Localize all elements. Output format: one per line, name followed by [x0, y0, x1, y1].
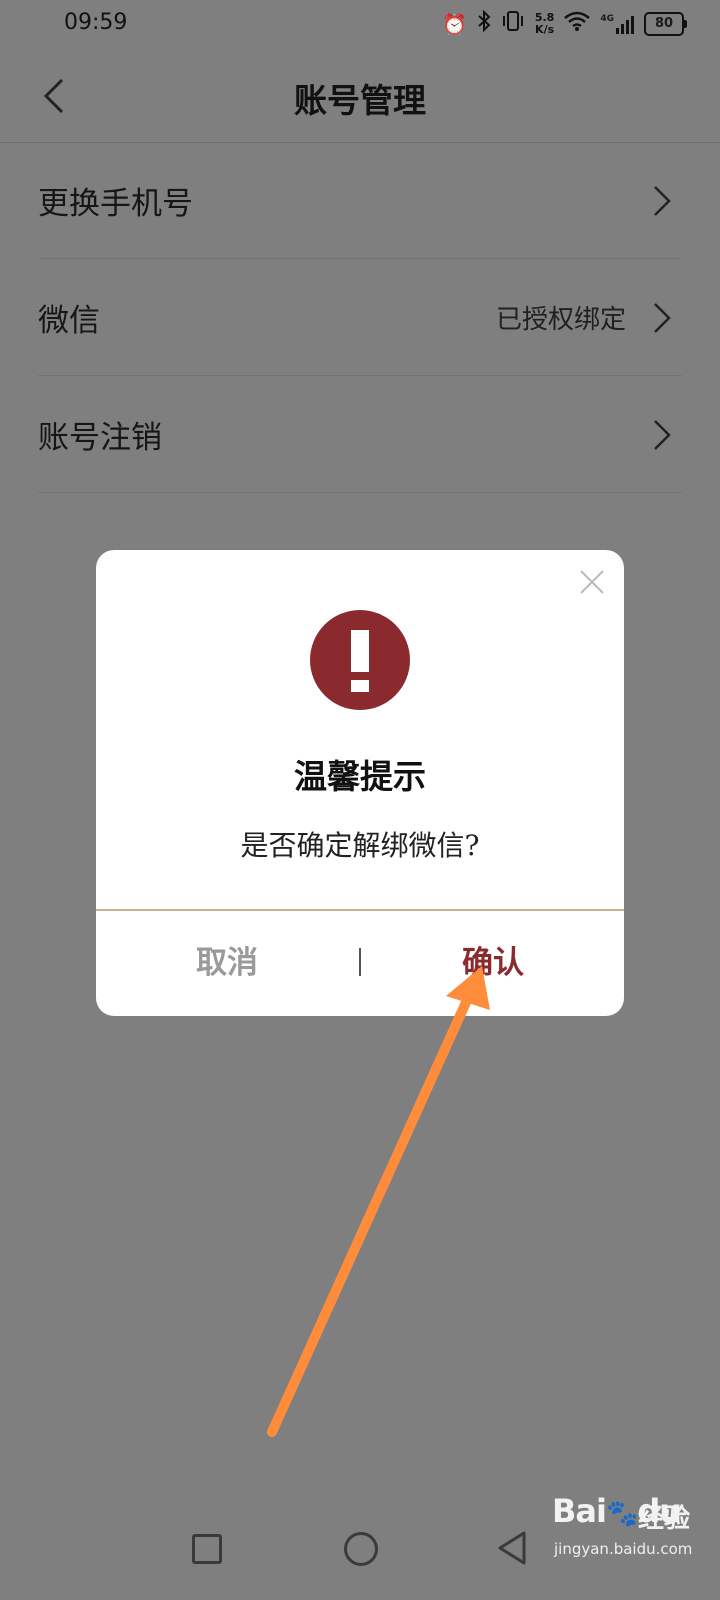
net-speed-unit: K/s [535, 22, 555, 36]
status-icons: ⏰ 5.8 K/s 4G 80 [441, 9, 687, 37]
vibrate-icon [501, 10, 525, 37]
dialog-message: 是否确定解绑微信? [240, 829, 480, 862]
home-icon[interactable] [344, 1532, 378, 1566]
chevron-right-icon [654, 420, 671, 450]
list-item-label: 账号注销 [38, 420, 162, 456]
paw-icon: 🐾 [605, 1499, 638, 1529]
back-icon[interactable] [496, 1530, 528, 1566]
list-item-label: 微信 [38, 303, 100, 339]
confirm-button[interactable]: 确认 [362, 920, 624, 1006]
baidu-watermark: Bai🐾du 经验 jingyan.baidu.com [552, 1480, 712, 1580]
list-item-label: 更换手机号 [38, 186, 193, 222]
button-separator [359, 948, 361, 976]
close-button[interactable] [578, 568, 606, 596]
exclamation-bar [351, 630, 369, 672]
chevron-right-icon [654, 186, 671, 216]
exclamation-icon [310, 610, 410, 710]
header: 账号管理 [0, 50, 720, 143]
net-speed-value: 5.8 [534, 10, 555, 24]
settings-list: 更换手机号 微信 已授权绑定 账号注销 [38, 142, 682, 493]
close-icon [580, 570, 604, 594]
watermark-product: 经验 [638, 1504, 691, 1534]
net-speed: 5.8 K/s [534, 10, 555, 36]
status-bar: 09:59 ⏰ 5.8 K/s 4G 80 [0, 0, 720, 50]
dialog-title: 温馨提示 [294, 757, 426, 796]
list-item-wechat[interactable]: 微信 已授权绑定 [38, 259, 682, 376]
battery-icon: 80 [644, 11, 687, 36]
dialog-divider [96, 909, 624, 911]
list-item-deactivate[interactable]: 账号注销 [38, 376, 682, 493]
alarm-icon: ⏰ [441, 11, 467, 36]
wifi-icon [564, 11, 591, 36]
list-item-value: 已授权绑定 [495, 305, 626, 335]
network-type: 4G [600, 13, 614, 24]
recent-apps-icon[interactable] [192, 1534, 222, 1564]
watermark-logo-text: Bai [552, 1492, 607, 1530]
arrow-shaft [267, 993, 473, 1437]
list-item-change-phone[interactable]: 更换手机号 [38, 142, 682, 259]
watermark-url: jingyan.baidu.com [554, 1540, 693, 1558]
cancel-button[interactable]: 取消 [96, 920, 358, 1006]
signal-icon: 4G [600, 14, 634, 34]
confirm-dialog: 温馨提示 是否确定解绑微信? 取消 确认 [96, 550, 624, 1016]
chevron-right-icon [654, 303, 671, 333]
bluetooth-icon [477, 9, 491, 37]
status-time: 09:59 [64, 10, 128, 35]
page-title: 账号管理 [294, 81, 426, 120]
exclamation-dot [351, 680, 369, 692]
